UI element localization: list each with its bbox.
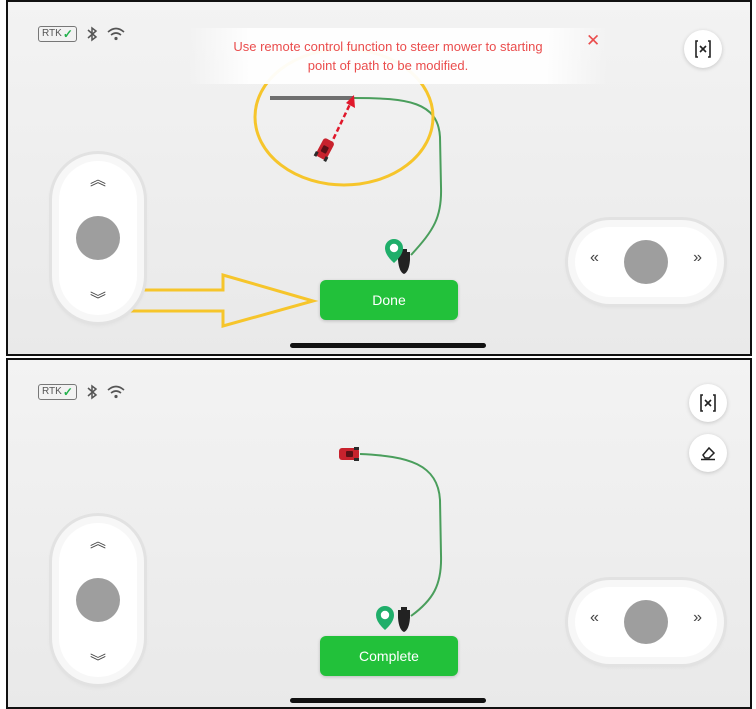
turn-right-icon[interactable]: » (693, 248, 702, 268)
forward-backward-joystick[interactable]: ︽ ︾ (52, 154, 144, 322)
exit-icon (695, 40, 711, 58)
exit-edit-button[interactable] (689, 384, 727, 422)
left-right-joystick[interactable]: « » (568, 580, 724, 664)
exit-icon (700, 394, 716, 412)
mower-icon (339, 447, 359, 461)
annotation-arrow (118, 273, 319, 328)
eraser-icon (701, 446, 716, 461)
charging-station-icon (398, 607, 410, 632)
forward-backward-joystick[interactable]: ︽ ︾ (52, 516, 144, 684)
joystick-knob[interactable] (76, 578, 120, 622)
move-forward-icon[interactable]: ︽ (52, 528, 144, 552)
instruction-banner: Use remote control function to steer mow… (188, 28, 608, 84)
instruction-text: Use remote control function to steer mow… (233, 39, 543, 73)
joystick-knob[interactable] (624, 600, 668, 644)
steer-direction-arrow (328, 101, 353, 147)
home-indicator (290, 698, 486, 703)
map-screen-before: RTK ✓ Use remote control function to ste… (6, 0, 752, 356)
complete-button[interactable]: Complete (320, 636, 458, 676)
erase-button[interactable] (689, 434, 727, 472)
joystick-knob[interactable] (76, 216, 120, 260)
move-backward-icon[interactable]: ︾ (52, 648, 144, 672)
turn-left-icon[interactable]: « (590, 248, 599, 268)
turn-left-icon[interactable]: « (590, 608, 599, 628)
joystick-knob[interactable] (624, 240, 668, 284)
move-backward-icon[interactable]: ︾ (52, 286, 144, 310)
exit-edit-button[interactable] (684, 30, 722, 68)
done-button[interactable]: Done (320, 280, 458, 320)
mower-path (353, 97, 443, 256)
left-right-joystick[interactable]: « » (568, 220, 724, 304)
turn-right-icon[interactable]: » (693, 608, 702, 628)
map-screen-after: RTK ✓ ︽ ︾ « » Complete (6, 358, 752, 709)
close-icon[interactable]: ✕ (586, 32, 600, 49)
move-forward-icon[interactable]: ︽ (52, 166, 144, 190)
home-indicator (290, 343, 486, 348)
start-pin-icon (376, 606, 394, 630)
mower-path (359, 453, 443, 617)
mower-icon (313, 138, 334, 162)
